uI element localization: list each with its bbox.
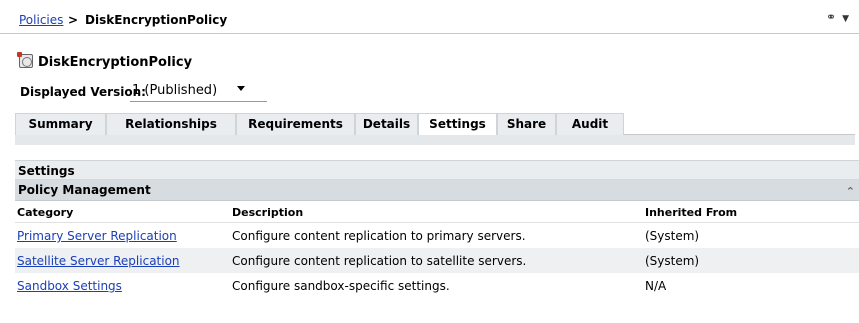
category-link[interactable]: Sandbox Settings bbox=[17, 279, 122, 293]
table-row: Primary Server Replication Configure con… bbox=[15, 223, 859, 248]
table-header: Category Description Inherited From bbox=[15, 201, 859, 223]
category-link[interactable]: Satellite Server Replication bbox=[17, 254, 180, 268]
table-row: Sandbox Settings Configure sandbox-speci… bbox=[15, 273, 859, 298]
row-description: Configure content replication to primary… bbox=[232, 229, 526, 243]
row-description: Configure content replication to satelli… bbox=[232, 254, 527, 268]
tab-settings[interactable]: Settings bbox=[418, 113, 497, 135]
tab-bar: Summary Relationships Requirements Detai… bbox=[15, 113, 855, 135]
column-header-inherited-from: Inherited From bbox=[645, 206, 738, 219]
tab-relationships[interactable]: Relationships bbox=[106, 113, 236, 135]
row-inherited-from: (System) bbox=[645, 254, 700, 268]
tab-share[interactable]: Share bbox=[497, 113, 556, 135]
table-row: Satellite Server Replication Configure c… bbox=[15, 248, 859, 273]
displayed-version-label: Displayed Version: bbox=[20, 85, 146, 99]
policy-management-header: Policy Management ⌃ bbox=[15, 180, 859, 201]
tab-details[interactable]: Details bbox=[355, 113, 418, 135]
policy-icon bbox=[17, 52, 33, 68]
tab-audit[interactable]: Audit bbox=[556, 113, 624, 135]
chevron-down-icon[interactable]: ▼ bbox=[842, 14, 849, 24]
dropdown-arrow-icon bbox=[237, 86, 245, 91]
tab-summary[interactable]: Summary bbox=[15, 113, 106, 135]
policy-management-label: Policy Management bbox=[18, 183, 151, 197]
breadcrumb-link-policies[interactable]: Policies bbox=[19, 13, 63, 27]
tab-requirements[interactable]: Requirements bbox=[236, 113, 355, 135]
row-inherited-from: (System) bbox=[645, 229, 700, 243]
tab-content-strip bbox=[15, 135, 855, 145]
breadcrumb: Policies > DiskEncryptionPolicy ⚭ ▼ bbox=[0, 0, 859, 34]
breadcrumb-separator: > bbox=[68, 13, 79, 27]
column-header-description: Description bbox=[232, 206, 304, 219]
version-select[interactable]: 1 (Published) bbox=[130, 80, 267, 102]
top-right-controls: ⚭ ▼ bbox=[826, 10, 849, 24]
column-header-category: Category bbox=[17, 206, 74, 219]
row-description: Configure sandbox-specific settings. bbox=[232, 279, 450, 293]
link-icon[interactable]: ⚭ bbox=[826, 10, 836, 24]
settings-section: Settings Policy Management ⌃ Category De… bbox=[15, 160, 859, 298]
version-select-value: 1 (Published) bbox=[132, 83, 218, 98]
collapse-icon[interactable]: ⌃ bbox=[846, 182, 855, 202]
category-link[interactable]: Primary Server Replication bbox=[17, 229, 177, 243]
settings-header: Settings bbox=[15, 160, 859, 180]
page-title: DiskEncryptionPolicy bbox=[38, 55, 193, 70]
row-inherited-from: N/A bbox=[645, 279, 667, 293]
breadcrumb-current: DiskEncryptionPolicy bbox=[85, 13, 228, 27]
